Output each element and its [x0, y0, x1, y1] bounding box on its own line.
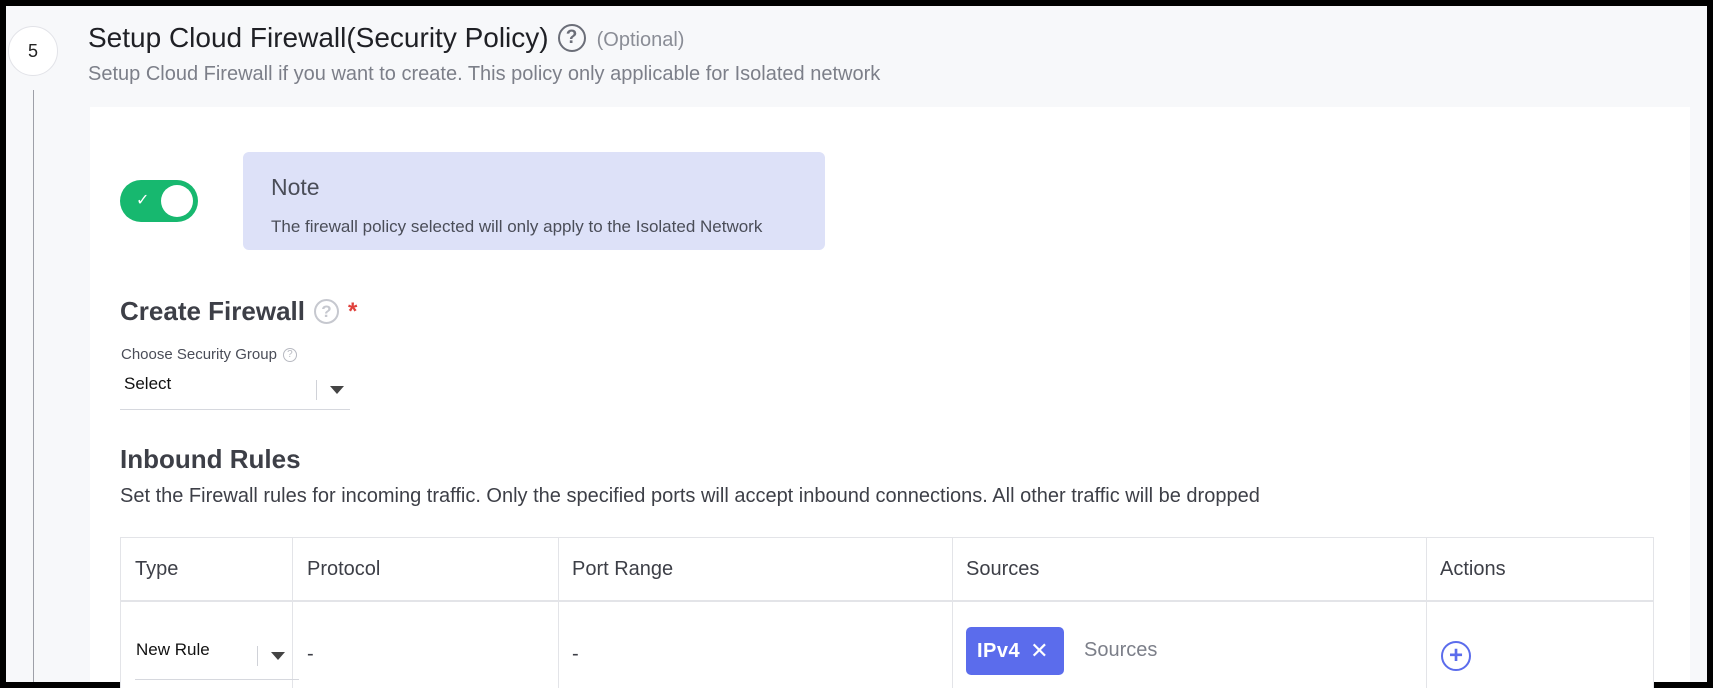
- required-marker: *: [347, 297, 358, 325]
- create-firewall-title: Create Firewall: [120, 296, 305, 326]
- help-icon[interactable]: ?: [313, 299, 339, 324]
- toggle-knob: [161, 185, 193, 217]
- column-header-type: Type: [135, 558, 179, 580]
- step-subtitle: Setup Cloud Firewall if you want to crea…: [88, 63, 881, 85]
- help-icon[interactable]: ?: [282, 347, 297, 362]
- column-header-protocol: Protocol: [307, 558, 381, 580]
- sources-input[interactable]: Sources: [1084, 639, 1157, 662]
- security-group-label: Choose Security Group ?: [121, 346, 297, 363]
- step-title: Setup Cloud Firewall(Security Policy): [88, 22, 549, 53]
- chevron-down-icon[interactable]: [330, 386, 344, 394]
- column-header-port-range: Port Range: [572, 558, 674, 580]
- optional-label: (Optional): [596, 28, 685, 51]
- rule-port-range: -: [572, 643, 579, 665]
- create-firewall-heading: Create Firewall ? *: [120, 296, 357, 327]
- select-separator: [316, 380, 317, 400]
- select-separator: [257, 646, 258, 666]
- note-title: Note: [271, 174, 320, 200]
- rule-type-value: New Rule: [136, 640, 210, 659]
- rule-protocol: -: [307, 643, 314, 665]
- help-icon[interactable]: ?: [557, 24, 586, 52]
- chevron-down-icon[interactable]: [271, 652, 285, 660]
- step-number: 5: [27, 40, 38, 61]
- step-connector-line: [33, 90, 34, 682]
- plus-icon: +: [1448, 642, 1463, 669]
- note-box: Note The firewall policy selected will o…: [243, 152, 825, 250]
- security-group-label-text: Choose Security Group: [121, 346, 277, 363]
- actions-cell: +: [1426, 538, 1655, 688]
- firewall-enable-toggle[interactable]: ✓: [120, 180, 198, 222]
- step-number-badge: 5: [8, 26, 58, 76]
- security-group-select[interactable]: Select: [120, 370, 350, 410]
- column-divider: [558, 538, 559, 688]
- security-group-value: Select: [124, 374, 172, 393]
- sources-cell: IPv4 ✕ Sources: [952, 538, 1426, 688]
- source-chip-ipv4: IPv4 ✕: [966, 627, 1064, 675]
- source-chip-label: IPv4: [977, 639, 1021, 662]
- rule-type-select[interactable]: New Rule: [135, 634, 299, 680]
- inbound-rules-description: Set the Firewall rules for incoming traf…: [120, 485, 1260, 507]
- step-header: Setup Cloud Firewall(Security Policy) ? …: [88, 22, 684, 54]
- close-icon[interactable]: ✕: [1030, 638, 1049, 664]
- check-icon: ✓: [136, 192, 150, 209]
- add-rule-button[interactable]: +: [1441, 641, 1471, 671]
- inbound-rules-table: Type Protocol Port Range Sources Actions…: [120, 537, 1654, 688]
- note-text: The firewall policy selected will only a…: [271, 217, 763, 236]
- inbound-rules-title: Inbound Rules: [120, 444, 301, 474]
